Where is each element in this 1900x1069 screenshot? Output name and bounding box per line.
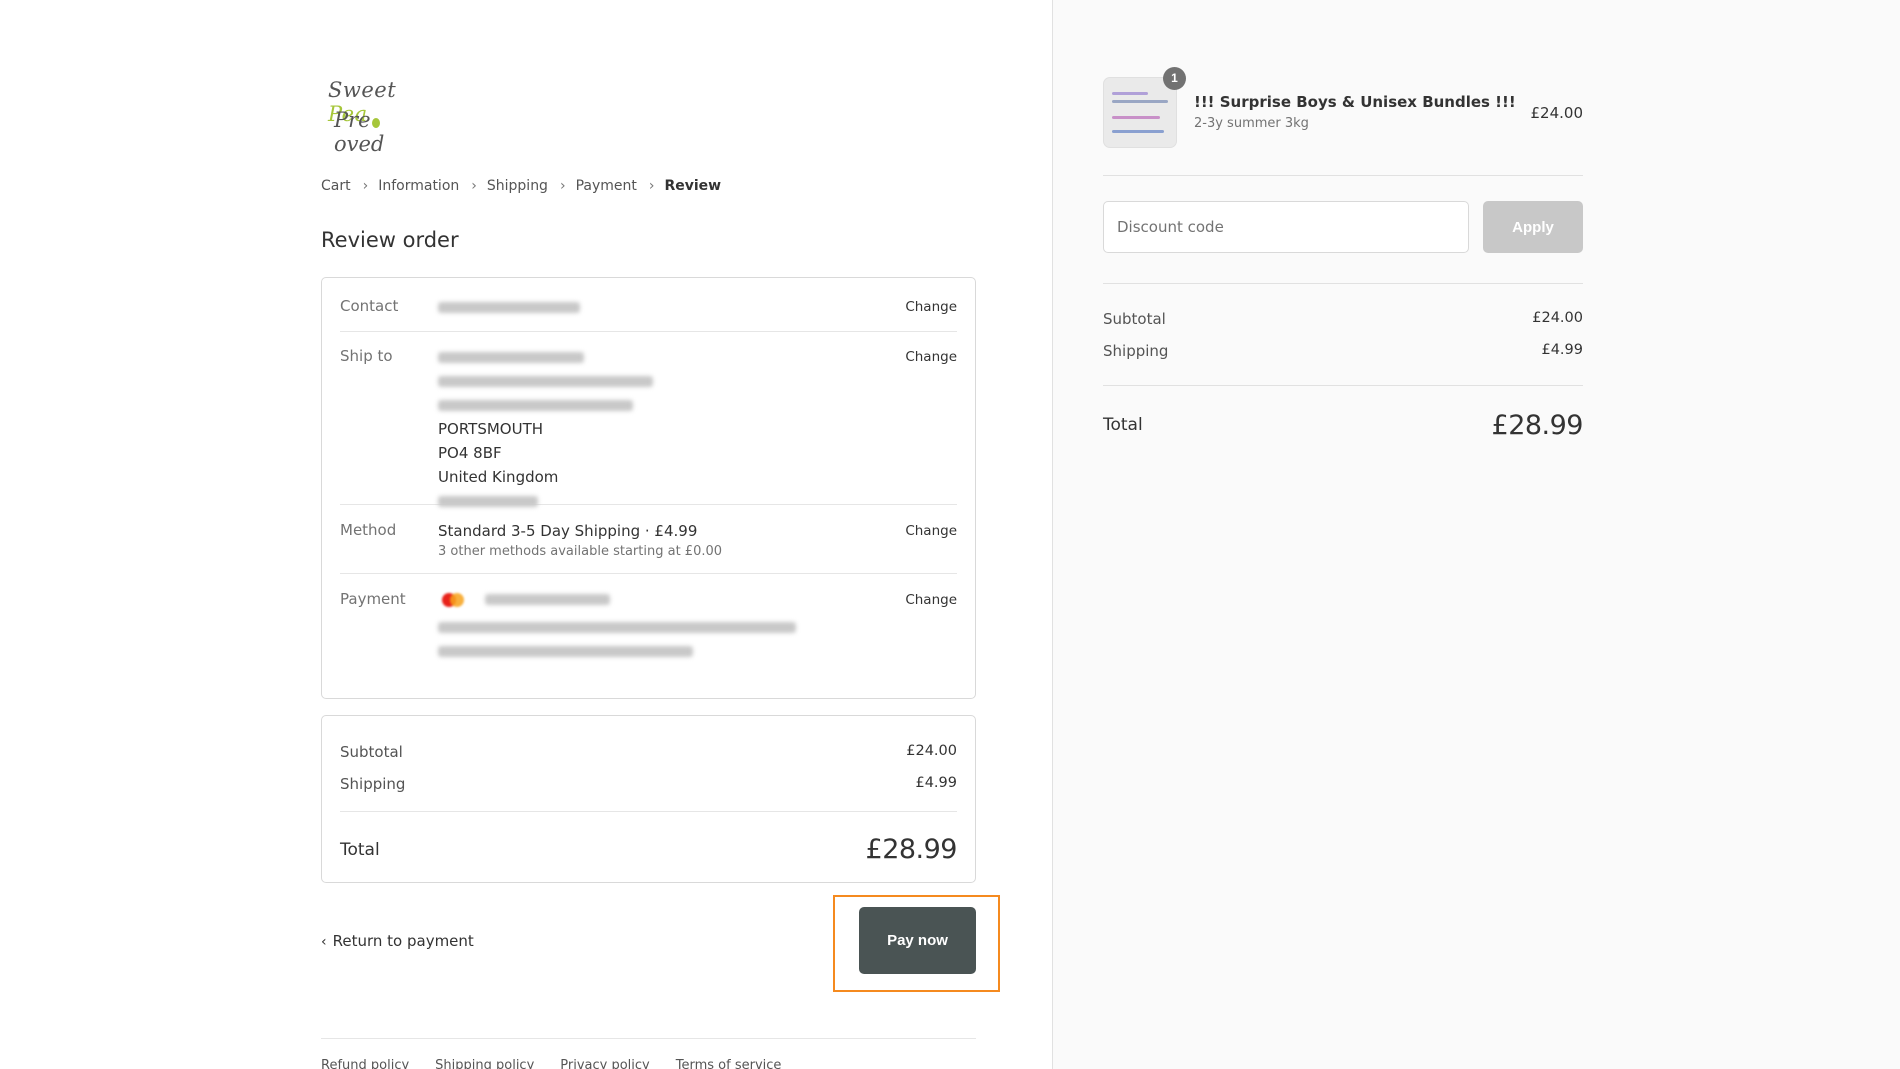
ship-to-postcode: PO4 8BF [438,444,502,462]
ship-to-city: PORTSMOUTH [438,420,544,438]
footer-links: Refund policy Shipping policy Privacy po… [321,1058,807,1069]
sidebar-shipping-label: Shipping [1103,342,1169,360]
logo-pea-dot-icon [371,118,380,128]
footer-privacy-policy-link[interactable]: Privacy policy [560,1058,649,1069]
method-row: Method Standard 3-5 Day Shipping · £4.99… [340,505,957,574]
subtotal-label: Subtotal [340,743,403,761]
chevron-right-icon: › [362,178,369,194]
logo-word-sweet: Sweet [328,78,397,102]
contact-label: Contact [340,297,399,315]
ship-to-address: PORTSMOUTH PO4 8BF United Kingdom [438,345,653,513]
breadcrumb-cart[interactable]: Cart [321,178,351,194]
sidebar-shipping: Shipping £4.99 [1103,342,1583,360]
ship-to-country: United Kingdom [438,468,559,486]
contact-change-link[interactable]: Change [905,299,957,315]
payment-row: Payment Change [340,574,957,699]
footer-divider [321,1038,976,1039]
card-brand-icon [438,591,468,609]
ship-to-label: Ship to [340,347,393,365]
breadcrumb: Cart › Information › Shipping › Payment … [321,178,721,194]
sidebar-subtotal-label: Subtotal [1103,310,1166,328]
divider [1103,385,1583,386]
footer-refund-policy-link[interactable]: Refund policy [321,1058,409,1069]
product-thumbnail [1103,77,1177,148]
sidebar-subtotal-amount: £24.00 [1532,310,1583,326]
summary-subtotal: Subtotal £24.00 [340,743,957,761]
address-line-redacted [438,400,633,411]
product-variant: 2-3y summer 3kg [1194,116,1309,131]
payment-label: Payment [340,590,406,608]
payment-change-link[interactable]: Change [905,592,957,608]
cart-product: 1 !!! Surprise Boys & Unisex Bundles !!!… [1103,67,1584,149]
total-amount: £28.99 [865,834,958,865]
pay-now-button[interactable]: Pay now [859,907,976,974]
ship-to-row: Ship to PORTSMOUTH PO4 8BF United Kingdo… [340,332,957,507]
method-label: Method [340,521,397,539]
sidebar-total-label: Total [1103,415,1143,435]
divider [340,811,957,812]
order-summary-box: Subtotal £24.00 Shipping £4.99 Total £28… [321,715,976,883]
summary-shipping: Shipping £4.99 [340,775,957,793]
breadcrumb-shipping[interactable]: Shipping [487,178,548,194]
chevron-left-icon: ‹ [321,934,327,950]
method-change-link[interactable]: Change [905,523,957,539]
divider [1103,283,1583,284]
checkout-main: Sweet Pea Preoved Cart › Information › S… [0,0,1052,1069]
total-label: Total [340,840,380,860]
page-title: Review order [321,228,459,252]
method-value: Standard 3-5 Day Shipping · £4.99 3 othe… [438,519,722,561]
return-to-payment-link[interactable]: ‹ Return to payment [321,932,474,950]
sidebar-shipping-amount: £4.99 [1541,342,1583,358]
address-line-redacted [438,376,653,387]
shipping-label: Shipping [340,775,406,793]
review-details-box: Contact Change Ship to PORTSMOUTH PO4 8B… [321,277,976,699]
breadcrumb-review: Review [664,178,722,194]
method-name: Standard 3-5 Day Shipping [438,522,641,540]
logo-word-oved: oved [334,132,385,156]
store-logo[interactable]: Sweet Pea Preoved [326,74,416,156]
footer-shipping-policy-link[interactable]: Shipping policy [435,1058,534,1069]
method-separator: · [640,522,655,540]
product-name: !!! Surprise Boys & Unisex Bundles !!! [1194,93,1516,111]
billing-line-redacted [438,646,693,657]
chevron-right-icon: › [648,178,655,194]
shipping-amount: £4.99 [915,775,957,791]
quantity-badge: 1 [1163,67,1186,90]
contact-row: Contact Change [340,278,957,332]
address-line-redacted [438,352,584,363]
sidebar-total-amount: £28.99 [1491,410,1584,441]
chevron-right-icon: › [559,178,566,194]
chevron-right-icon: › [471,178,477,194]
return-to-payment-label: Return to payment [332,932,474,950]
subtotal-amount: £24.00 [906,743,957,759]
divider [1103,175,1583,176]
apply-discount-button[interactable]: Apply [1483,201,1583,253]
payment-value [438,587,796,663]
method-price: £4.99 [654,522,698,540]
order-sidebar: 1 !!! Surprise Boys & Unisex Bundles !!!… [1052,0,1900,1069]
footer-terms-link[interactable]: Terms of service [676,1058,782,1069]
contact-value-redacted [438,295,580,319]
product-price: £24.00 [1530,104,1584,122]
method-note: 3 other methods available starting at £0… [438,544,723,559]
logo-word-pre: Pre [334,108,371,132]
ship-to-change-link[interactable]: Change [905,349,957,365]
breadcrumb-information[interactable]: Information [378,178,459,194]
discount-code-input[interactable] [1103,201,1469,253]
card-details-redacted [484,594,610,605]
sidebar-subtotal: Subtotal £24.00 [1103,310,1583,328]
billing-line-redacted [438,622,796,633]
breadcrumb-payment[interactable]: Payment [576,178,637,194]
